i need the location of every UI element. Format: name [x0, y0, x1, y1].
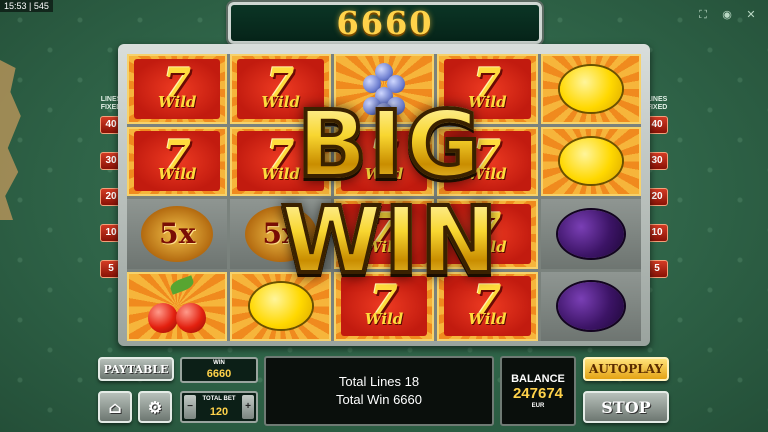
reel-cell: 5x [230, 199, 331, 269]
reel-cell: 7 Wild [127, 54, 228, 124]
multiplier-5x-symbol: 5x [244, 205, 317, 262]
reel-cell: 7 Wild [333, 126, 435, 196]
lemon-symbol [559, 65, 622, 112]
wild-seven-symbol: 7 Wild [340, 276, 428, 337]
reel-cell [333, 54, 435, 124]
reel-cell: 7 Wild [437, 199, 538, 269]
wild-seven-symbol: 7 Wild [444, 58, 531, 119]
sound-icon[interactable]: ◉ [720, 8, 734, 22]
reel-grid: 7 Wild 7 Wild 7 Wild 7 Wild 7 Wild 7 Wild 7 Wild 5x 5x 7… [127, 54, 641, 341]
wild-seven-symbol: 7 Wild [444, 131, 531, 192]
total-win-text: Total Win 6660 [336, 392, 422, 407]
reel-cell: 7 Wild [230, 126, 331, 196]
wild-label: Wild [468, 165, 507, 184]
wild-seven-symbol: 7 Wild [444, 276, 531, 337]
reel-cell: 7 Wild [437, 271, 538, 341]
wild-label: Wild [157, 92, 197, 111]
status-bar: 15:53 | 545 [0, 0, 53, 12]
wild-label: Wild [468, 237, 507, 256]
reel-cell: 7 Wild [230, 54, 331, 124]
home-button[interactable]: ⌂ [98, 391, 132, 423]
wild-label: Wild [157, 165, 197, 184]
total-bet-value: 120 [209, 406, 229, 418]
wild-seven-symbol: 7 Wild [134, 58, 221, 119]
top-icons: ⛶ ◉ ✕ [696, 8, 758, 22]
wild-seven-symbol: 7 Wild [340, 131, 428, 192]
lemon-symbol [249, 283, 312, 330]
wild-label: Wild [261, 165, 300, 184]
stop-button[interactable]: STOP [583, 391, 669, 423]
reel-cell: 7 Wild [333, 199, 435, 269]
reel-cell [540, 54, 641, 124]
gear-icon: ⚙ [147, 397, 163, 417]
wild-seven-symbol: 7 Wild [237, 58, 324, 119]
paytable-button[interactable]: PAYTABLE [98, 357, 174, 381]
win-display-value: 6660 [336, 4, 434, 42]
reel-cell: 7 Wild [127, 126, 228, 196]
wild-seven-symbol: 7 Wild [340, 203, 428, 264]
win-value: 6660 [206, 368, 232, 380]
reel-cell [540, 199, 641, 269]
balance-value: 247674 [512, 385, 564, 402]
bet-increase-button[interactable]: + [242, 395, 254, 419]
home-icon: ⌂ [108, 397, 122, 417]
cherries-symbol [144, 275, 210, 334]
close-icon[interactable]: ✕ [744, 8, 758, 22]
grapes-symbol [355, 61, 413, 121]
reel-cell [540, 126, 641, 196]
reel-cell: 7 Wild [333, 271, 435, 341]
balance-box: BALANCE 247674 EUR [500, 356, 576, 426]
bet-decrease-button[interactable]: − [184, 395, 196, 419]
balance-label: BALANCE [511, 373, 565, 385]
wild-label: Wild [364, 237, 404, 256]
grape-berry [374, 102, 393, 121]
wild-label: Wild [468, 310, 507, 329]
autoplay-button[interactable]: AUTOPLAY [583, 357, 669, 381]
reel-cell: 7 Wild [437, 54, 538, 124]
reel-cell [540, 271, 641, 341]
bet-panel: − TOTAL BET 120 + [180, 391, 258, 423]
cherry [148, 303, 179, 334]
cherry-leaf [168, 275, 196, 295]
win-box: WIN 6660 [180, 357, 258, 383]
message-box: Total Lines 18 Total Win 6660 [264, 356, 494, 426]
reel-cell: 5x [127, 199, 228, 269]
wild-label: Wild [261, 92, 300, 111]
balance-currency: EUR [531, 403, 545, 409]
win-label: WIN [213, 360, 225, 366]
reel-cell [127, 271, 228, 341]
settings-button[interactable]: ⚙ [138, 391, 172, 423]
total-bet-label: TOTAL BET [202, 396, 236, 402]
total-lines-text: Total Lines 18 [338, 374, 420, 389]
reel-cell [230, 271, 331, 341]
wild-label: Wild [364, 310, 404, 329]
fullscreen-icon[interactable]: ⛶ [696, 8, 710, 22]
wild-seven-symbol: 7 Wild [134, 131, 221, 192]
reel-cell: 7 Wild [437, 126, 538, 196]
wild-seven-symbol: 7 Wild [237, 131, 324, 192]
plum-symbol [557, 209, 624, 258]
win-display: 6660 [228, 2, 542, 44]
lemon-symbol [559, 138, 622, 185]
cherry [176, 303, 207, 334]
multiplier-5x-symbol: 5x [141, 205, 214, 262]
plum-symbol [557, 282, 624, 331]
wild-label: Wild [468, 92, 507, 111]
wild-label: Wild [364, 165, 404, 184]
wild-seven-symbol: 7 Wild [444, 203, 531, 264]
